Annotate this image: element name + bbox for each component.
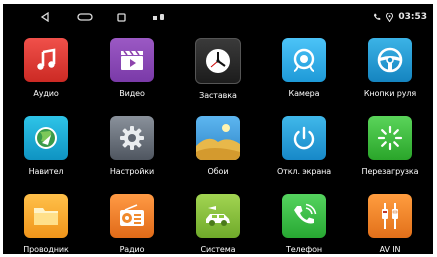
app-label: AV IN [379,245,401,254]
app-video[interactable]: Видео [89,38,175,110]
app-label: Обои [207,167,229,176]
app-av-in[interactable]: AV IN [347,194,433,254]
back-icon[interactable] [33,4,57,30]
app-label: Система [200,245,236,254]
music-note-icon [24,38,68,82]
app-label: Навител [28,167,64,176]
status-indicators: 03:53 [357,4,427,30]
car-system-icon [196,194,240,238]
location-icon [386,12,394,22]
clock-time: 03:53 [398,12,427,22]
power-icon [282,116,326,160]
app-radio[interactable]: Радио [89,194,175,254]
app-audio[interactable]: Аудио [3,38,89,110]
phone-icon [374,13,381,20]
app-file-manager[interactable]: Проводник [3,194,89,254]
phone-handset-icon [282,194,326,238]
app-settings[interactable]: Настройки [89,116,175,188]
app-navitel[interactable]: Навител [3,116,89,188]
radio-icon [110,194,154,238]
app-label: Аудио [33,89,59,98]
app-label: Видео [119,89,145,98]
app-camera[interactable]: Камера [261,38,347,110]
app-label: Перезагрузка [361,167,419,176]
folder-icon [24,194,68,238]
app-reboot[interactable]: Перезагрузка [347,116,433,188]
app-system[interactable]: Система [175,194,261,254]
reboot-icon [368,116,412,160]
camera-icon [282,38,326,82]
app-label: Проводник [23,245,69,254]
app-label: Откл. экрана [276,167,332,176]
app-steering-buttons[interactable]: Кнопки руля [347,38,433,110]
app-screen-off[interactable]: Откл. экрана [261,116,347,188]
steering-wheel-icon [368,38,412,82]
app-grid: Аудио Видео Заставка Камера Кнопки руля [3,38,433,254]
wallpaper-landscape-icon [196,116,240,160]
app-phone[interactable]: Телефон [261,194,347,254]
recents-icon[interactable] [111,4,131,30]
app-label: Камера [288,89,320,98]
app-screensaver[interactable]: Заставка [175,38,261,110]
gear-icon [110,116,154,160]
home-icon[interactable] [73,4,97,30]
status-bar: 03:53 [3,4,433,30]
head-unit-screen: 03:53 Аудио Видео Заставка Камера Кнопки… [3,4,433,254]
app-label: Телефон [285,245,323,254]
app-label: Заставка [199,91,237,100]
notification-icon [146,4,172,30]
clock-icon [195,38,241,84]
app-label: Радио [119,245,145,254]
navigation-globe-icon [24,116,68,160]
av-cable-icon [368,194,412,238]
app-label: Настройки [109,167,155,176]
clapperboard-icon [110,38,154,82]
app-label: Кнопки руля [363,89,417,98]
app-wallpapers[interactable]: Обои [175,116,261,188]
